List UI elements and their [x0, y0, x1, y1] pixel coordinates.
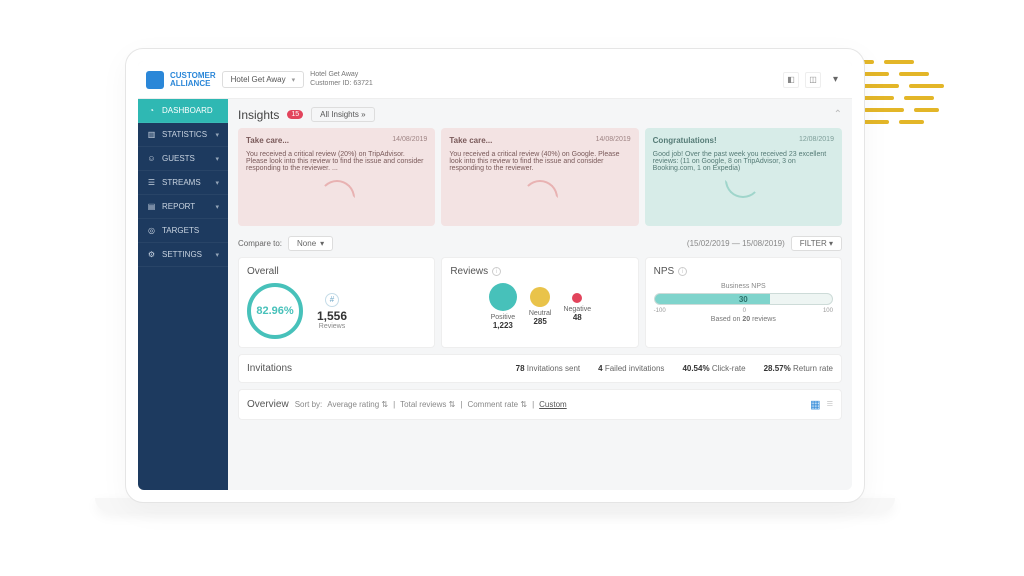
invitations-panel: Invitations 78 Invitations sent 4 Failed…: [238, 354, 842, 383]
sidebar-item-statistics[interactable]: ▥ STATISTICS▾: [138, 123, 228, 147]
sort-average-rating[interactable]: Average rating ⇅: [325, 400, 390, 409]
filter-button[interactable]: FILTER ▾: [791, 236, 842, 251]
brand-name: CUSTOMERALLIANCE: [170, 72, 216, 88]
sort-comment-rate[interactable]: Comment rate ⇅: [465, 400, 529, 409]
user-menu[interactable]: ▾: [827, 74, 844, 85]
insights-header: Insights 15 All Insights » ⌃: [238, 107, 842, 122]
streams-icon: ☰: [147, 178, 156, 187]
collapse-insights[interactable]: ⌃: [834, 109, 842, 120]
view-grid[interactable]: ▦: [810, 398, 820, 411]
sidebar-item-guests[interactable]: ☺ GUESTS▾: [138, 147, 228, 171]
chevron-down-icon: ▾: [320, 239, 324, 248]
insights-title: Insights: [238, 108, 279, 122]
chevron-down-icon: ▾: [292, 76, 296, 84]
compare-row: Compare to: None ▾ (15/02/2019 — 15/08/2…: [238, 236, 842, 251]
messages-icon[interactable]: ◫: [805, 72, 821, 88]
app-screen: CUSTOMERALLIANCE Hotel Get Away ▾ Hotel …: [138, 61, 852, 490]
brand-logo: [146, 71, 164, 89]
sidebar-item-report[interactable]: ▤ REPORT▾: [138, 195, 228, 219]
info-icon[interactable]: i: [678, 267, 687, 276]
insight-card-2[interactable]: Take care... 14/08/2019 You received a c…: [441, 128, 638, 226]
report-icon: ▤: [147, 202, 156, 211]
targets-icon: ◎: [147, 226, 156, 235]
dashboard-icon: ◔: [147, 106, 156, 115]
sort-total-reviews[interactable]: Total reviews ⇅: [398, 400, 457, 409]
sort-custom[interactable]: Custom: [537, 400, 569, 409]
frown-icon: [522, 180, 558, 198]
date-range[interactable]: (15/02/2019 — 15/08/2019): [687, 239, 785, 248]
frown-icon: [319, 180, 355, 198]
reviews-panel: Reviews i Positive 1,223 Neutral 285: [441, 257, 638, 348]
settings-icon: ⚙: [147, 250, 156, 259]
insight-card-1[interactable]: Take care... 14/08/2019 You received a c…: [238, 128, 435, 226]
app-header: CUSTOMERALLIANCE Hotel Get Away ▾ Hotel …: [138, 61, 852, 99]
overall-score-ring: 82.96%: [247, 283, 303, 339]
view-list[interactable]: ≡: [827, 398, 833, 411]
hash-icon: #: [325, 293, 339, 307]
overview-panel: Overview Sort by: Average rating ⇅ | Tot…: [238, 389, 842, 420]
insights-count-badge: 15: [287, 110, 303, 119]
laptop-frame: CUSTOMERALLIANCE Hotel Get Away ▾ Hotel …: [125, 48, 865, 503]
overall-panel: Overall 82.96% # 1,556 Reviews: [238, 257, 435, 348]
sidebar-item-dashboard[interactable]: ◔ DASHBOARD: [138, 99, 228, 123]
insight-cards: Take care... 14/08/2019 You received a c…: [238, 128, 842, 226]
nps-bar: 30: [654, 293, 833, 305]
sidebar-item-settings[interactable]: ⚙ SETTINGS▾: [138, 243, 228, 267]
nps-panel: NPS i Business NPS 30 -1000100 Based on …: [645, 257, 842, 348]
reviews-positive: Positive 1,223: [489, 283, 517, 330]
statistics-icon: ▥: [147, 130, 156, 139]
dashboard-main: Insights 15 All Insights » ⌃ Take care..…: [228, 99, 852, 490]
chevron-double-right-icon: »: [361, 110, 365, 119]
sidebar-item-targets[interactable]: ◎ TARGETS: [138, 219, 228, 243]
smile-icon: [725, 180, 761, 198]
reviews-total: # 1,556 Reviews: [317, 293, 347, 330]
info-icon[interactable]: i: [492, 267, 501, 276]
compare-select[interactable]: None ▾: [288, 236, 333, 251]
all-insights-button[interactable]: All Insights »: [311, 107, 374, 122]
customer-info: Hotel Get Away Customer ID: 63721: [310, 71, 373, 88]
reviews-neutral: Neutral 285: [529, 283, 552, 330]
notifications-icon[interactable]: ◧: [783, 72, 799, 88]
insight-card-3[interactable]: Congratulations! 12/08/2019 Good job! Ov…: [645, 128, 842, 226]
sidebar-item-streams[interactable]: ☰ STREAMS▾: [138, 171, 228, 195]
sidebar: ◔ DASHBOARD ▥ STATISTICS▾ ☺ GUESTS▾ ☰ ST…: [138, 99, 228, 490]
nps-based-on: Based on 20 reviews: [654, 316, 833, 323]
guests-icon: ☺: [147, 154, 156, 163]
reviews-negative: Negative 48: [563, 283, 591, 330]
property-select[interactable]: Hotel Get Away ▾: [222, 71, 305, 88]
